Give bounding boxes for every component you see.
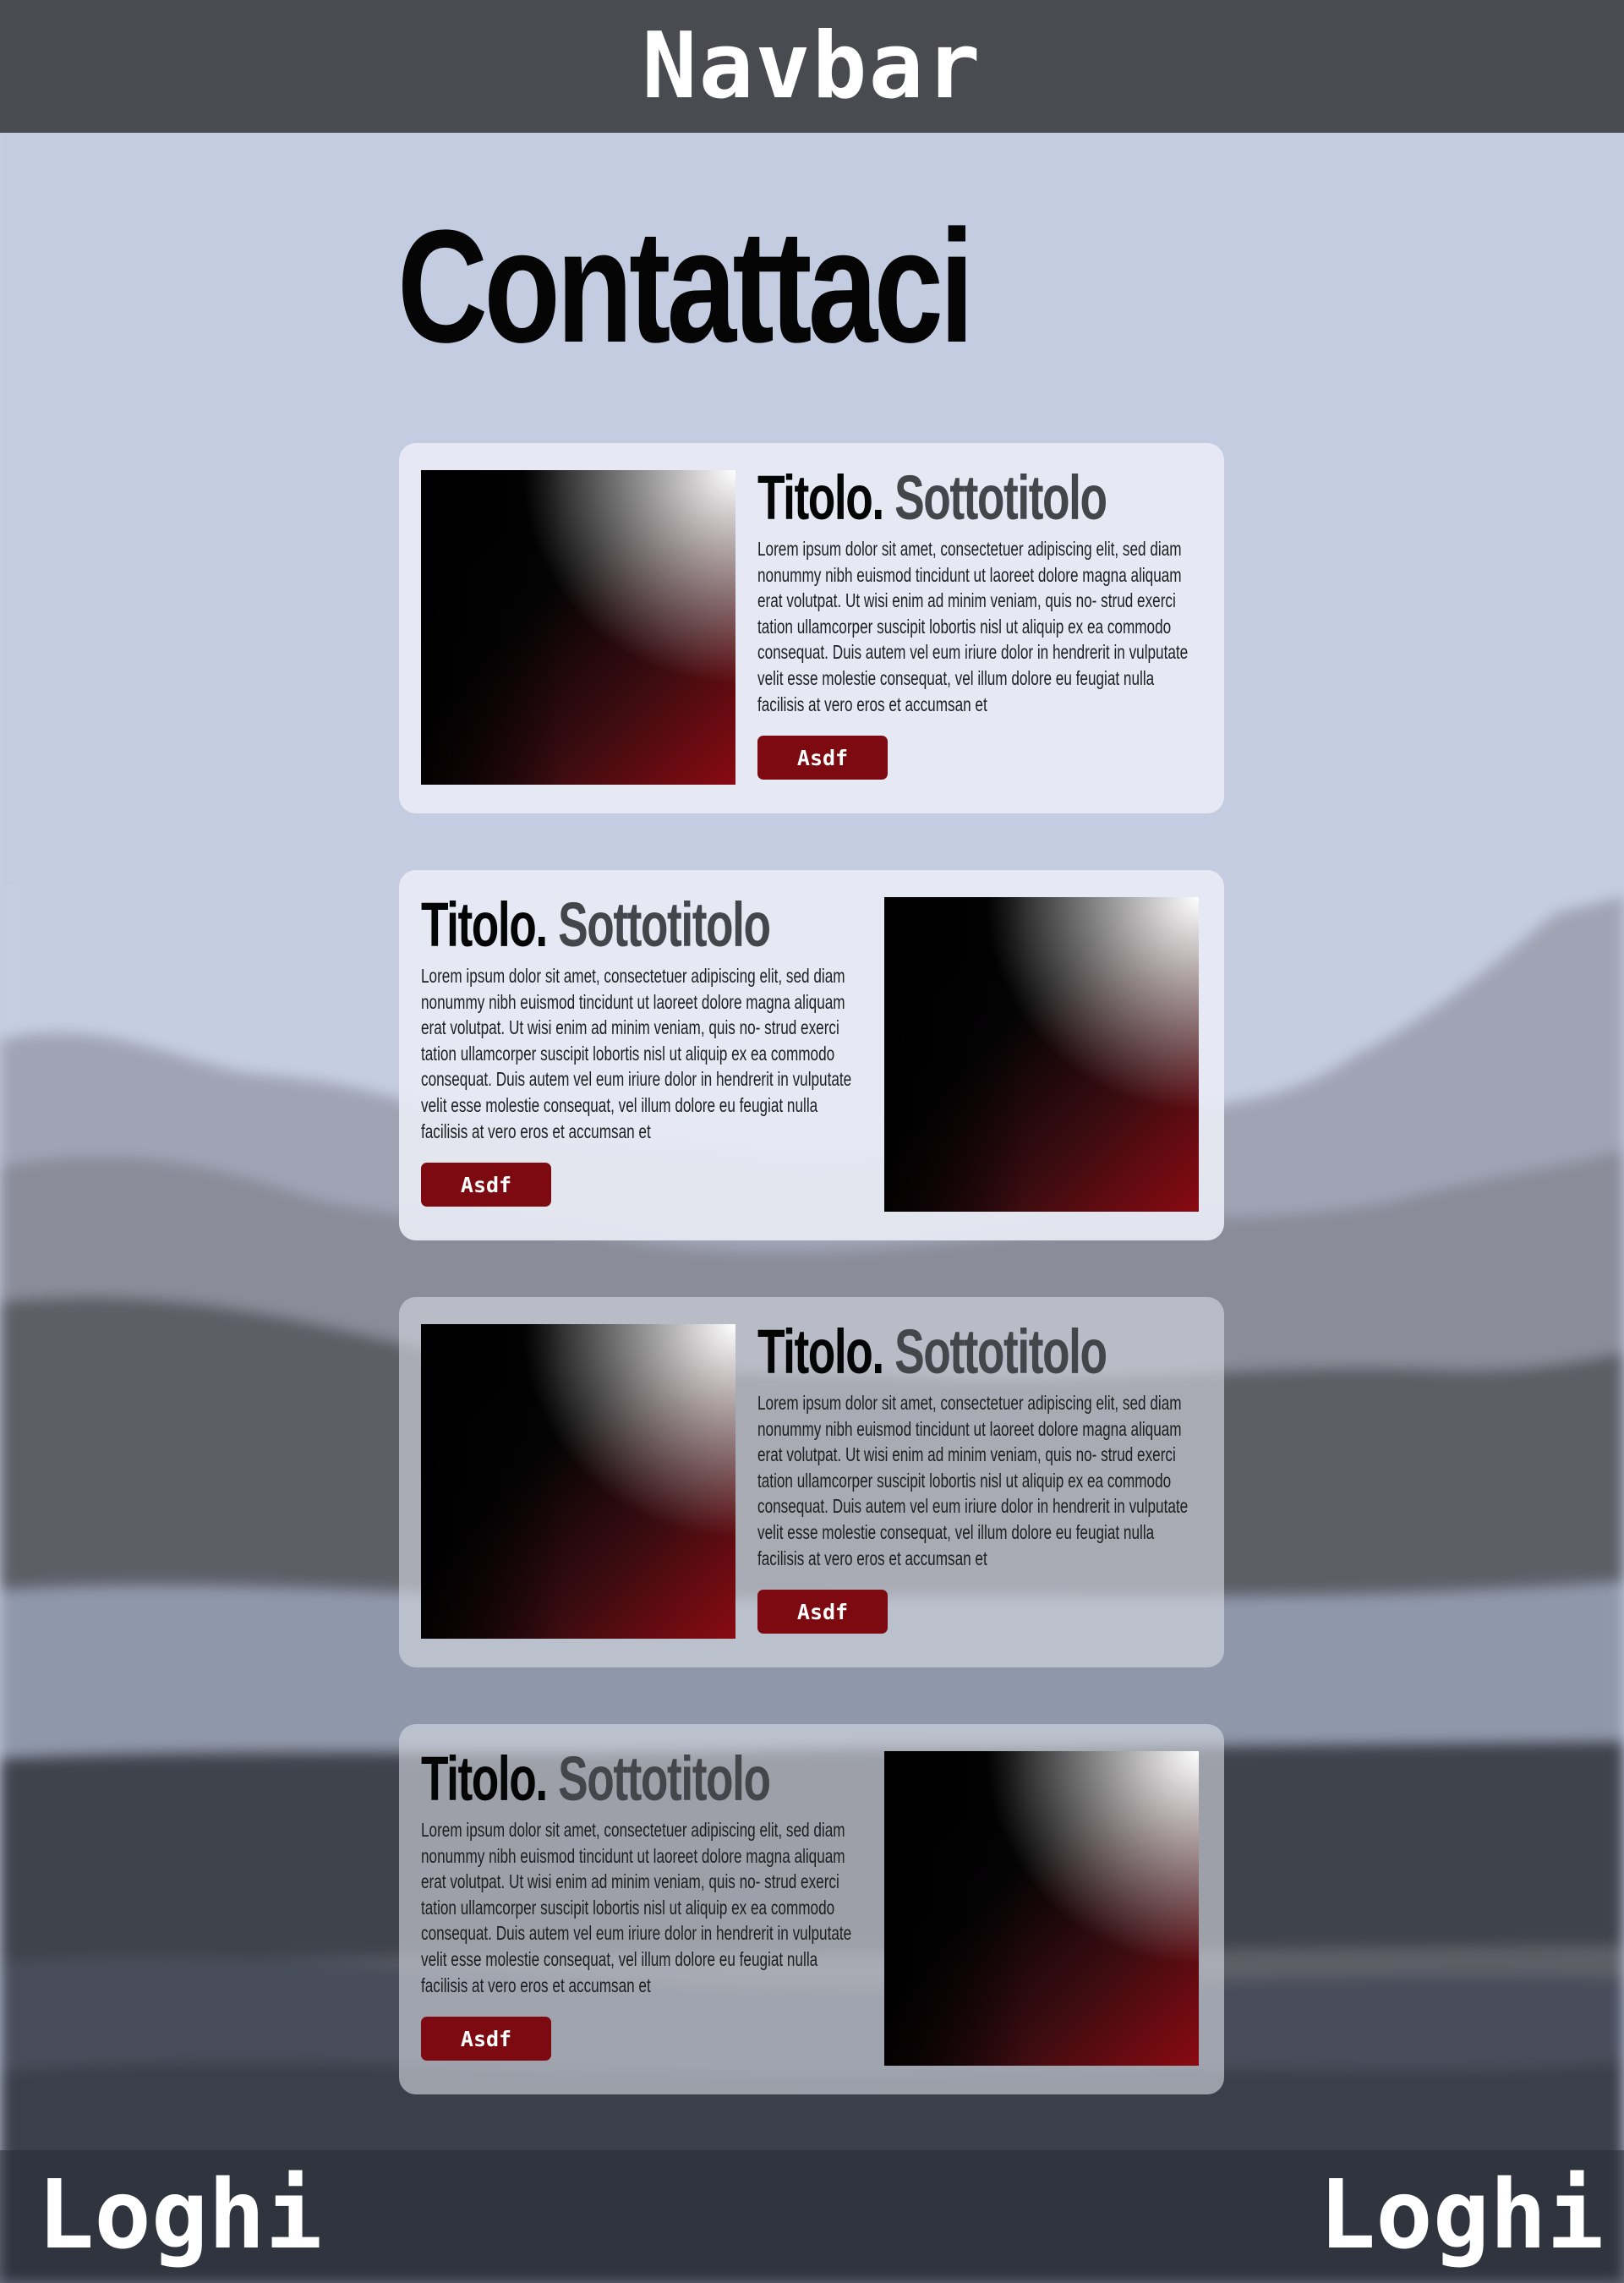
card-image (421, 470, 735, 785)
contact-card: Titolo. Sottotitolo Lorem ipsum dolor si… (399, 1297, 1224, 1667)
card-action-button[interactable]: Asdf (421, 2017, 551, 2061)
card-title: Titolo. (421, 1744, 548, 1814)
card-image (884, 897, 1199, 1212)
card-heading: Titolo. Sottotitolo (421, 1743, 771, 1815)
footer: Loghi Loghi (0, 2150, 1624, 2283)
card-content: Titolo. Sottotitolo Lorem ipsum dolor si… (757, 462, 1206, 717)
card-subtitle: Sottotitolo (894, 463, 1107, 533)
card-content: Titolo. Sottotitolo Lorem ipsum dolor si… (421, 1743, 869, 1998)
contact-card: Titolo. Sottotitolo Lorem ipsum dolor si… (399, 870, 1224, 1240)
card-content: Titolo. Sottotitolo Lorem ipsum dolor si… (757, 1316, 1206, 1571)
card-body: Lorem ipsum dolor sit amet, consectetuer… (757, 1392, 1189, 1569)
card-body: Lorem ipsum dolor sit amet, consectetuer… (421, 1819, 852, 1996)
card-action-button[interactable]: Asdf (757, 1590, 888, 1634)
card-image (421, 1324, 735, 1639)
card-body: Lorem ipsum dolor sit amet, consectetuer… (421, 965, 852, 1142)
card-image (884, 1751, 1199, 2066)
contact-card: Titolo. Sottotitolo Lorem ipsum dolor si… (399, 1724, 1224, 2094)
navbar: Navbar (0, 0, 1624, 133)
card-subtitle: Sottotitolo (558, 890, 771, 960)
card-body: Lorem ipsum dolor sit amet, consectetuer… (757, 538, 1189, 715)
card-title: Titolo. (757, 463, 884, 533)
contact-card: Titolo. Sottotitolo Lorem ipsum dolor si… (399, 443, 1224, 813)
card-title: Titolo. (757, 1317, 884, 1387)
card-heading: Titolo. Sottotitolo (757, 462, 1107, 534)
page-title: Contattaci (397, 197, 974, 376)
footer-logo-left[interactable]: Loghi (37, 2160, 322, 2270)
footer-logo-right[interactable]: Loghi (1319, 2160, 1604, 2270)
card-content: Titolo. Sottotitolo Lorem ipsum dolor si… (421, 889, 869, 1144)
card-heading: Titolo. Sottotitolo (421, 889, 771, 961)
navbar-title: Navbar (642, 14, 982, 119)
card-title: Titolo. (421, 890, 548, 960)
card-heading: Titolo. Sottotitolo (757, 1316, 1107, 1388)
card-subtitle: Sottotitolo (894, 1317, 1107, 1387)
card-action-button[interactable]: Asdf (757, 736, 888, 780)
card-subtitle: Sottotitolo (558, 1744, 771, 1814)
card-action-button[interactable]: Asdf (421, 1163, 551, 1207)
